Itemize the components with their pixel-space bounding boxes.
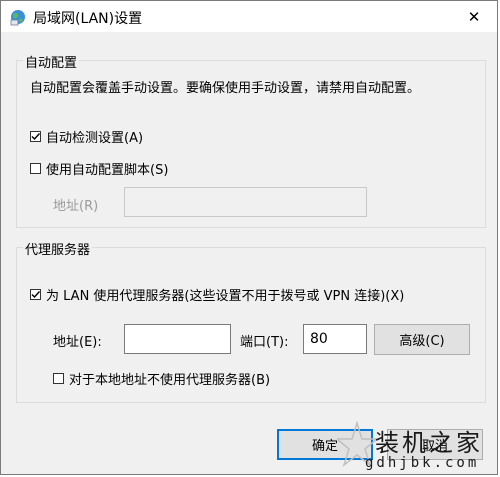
site-watermark: 装机之家 gdhjbk.com (337, 419, 499, 477)
window-title: 局域网(LAN)设置 (33, 11, 143, 27)
use-proxy-check-box (30, 289, 41, 300)
watermark-text: 装机之家 (375, 429, 483, 457)
proxy-port-label: 端口(T): (240, 335, 289, 350)
use-proxy-label: 为 LAN 使用代理服务器(这些设置不用于拨号或 VPN 连接)(X) (46, 289, 405, 304)
use-script-check-box (30, 163, 41, 174)
auto-detect-checkbox[interactable]: 自动检测设置(A) (30, 127, 143, 146)
script-address-label: 地址(R) (53, 199, 99, 214)
bypass-local-label: 对于本地地址不使用代理服务器(B) (69, 373, 271, 388)
proxy-address-input[interactable] (124, 324, 231, 354)
bypass-local-check-box (53, 373, 64, 384)
lan-settings-dialog: 局域网(LAN)设置 ✕ 自动配置 自动配置会覆盖手动设置。要确保使用手动设置，… (0, 0, 498, 475)
close-button[interactable]: ✕ (451, 1, 497, 32)
auto-detect-check-box (30, 131, 41, 142)
bypass-local-checkbox[interactable]: 对于本地地址不使用代理服务器(B) (53, 369, 270, 388)
auto-config-legend: 自动配置 (23, 52, 80, 71)
watermark-url: gdhjbk.com (365, 455, 480, 471)
use-proxy-checkbox[interactable]: 为 LAN 使用代理服务器(这些设置不用于拨号或 VPN 连接)(X) (30, 285, 404, 304)
auto-config-description: 自动配置会覆盖手动设置。要确保使用手动设置，请禁用自动配置。 (30, 81, 421, 96)
advanced-button[interactable]: 高级(C) (374, 324, 470, 355)
close-icon: ✕ (467, 7, 481, 26)
proxy-server-legend: 代理服务器 (23, 239, 93, 258)
use-script-checkbox[interactable]: 使用自动配置脚本(S) (30, 159, 168, 178)
script-address-input[interactable] (124, 187, 367, 217)
network-globe-icon (9, 8, 27, 26)
use-script-label: 使用自动配置脚本(S) (46, 163, 169, 178)
auto-detect-label: 自动检测设置(A) (46, 131, 144, 146)
title-bar: 局域网(LAN)设置 ✕ (1, 1, 497, 32)
proxy-address-label: 地址(E): (53, 335, 102, 350)
proxy-port-input[interactable]: 80 (303, 324, 367, 354)
